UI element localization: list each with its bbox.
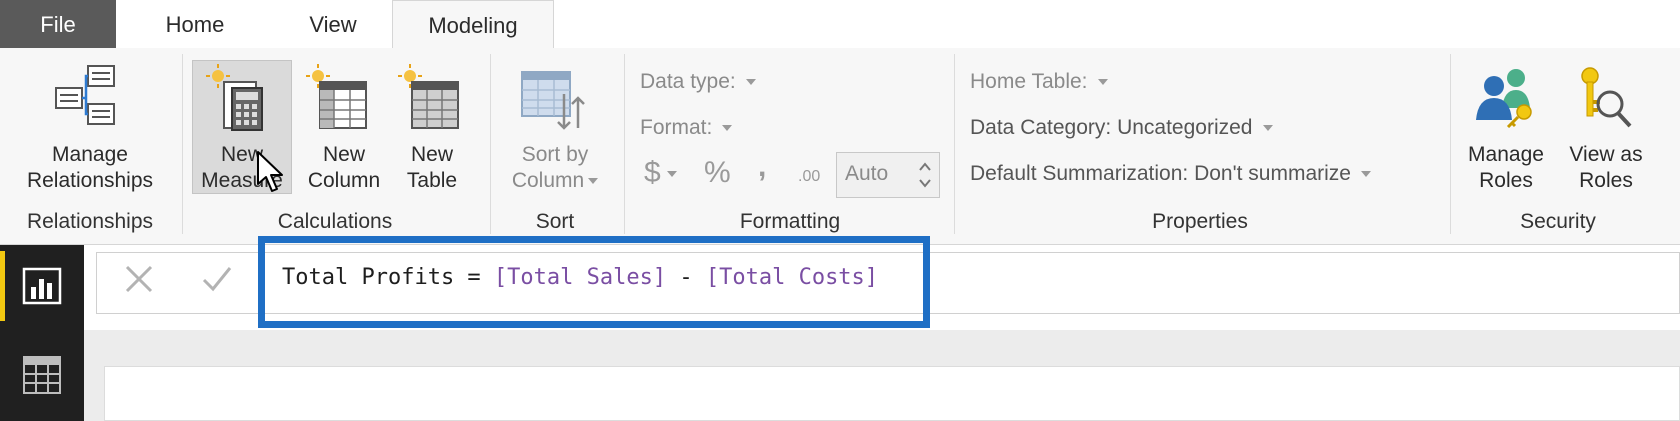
decimal-places-stepper[interactable]: Auto (836, 152, 940, 198)
data-category-label: Data Category: Uncategorized (970, 116, 1253, 139)
group-divider (624, 54, 625, 234)
manage-roles-label-2: Roles (1479, 169, 1533, 192)
tab-view[interactable]: View (288, 0, 378, 48)
table-grid-icon[interactable] (22, 355, 62, 395)
manage-relationships-icon (55, 65, 115, 125)
group-label-formatting: Formatting (739, 210, 841, 233)
manage-relationships-label-2: Relationships (26, 169, 154, 192)
chevron-down-icon (588, 178, 599, 185)
manage-roles-label-1: Manage (1468, 143, 1544, 166)
new-table-icon (398, 64, 459, 129)
x-icon[interactable] (122, 262, 156, 305)
active-view-indicator (0, 251, 5, 321)
data-type-dropdown[interactable]: Data type: (640, 70, 756, 94)
home-table-label: Home Table: (970, 70, 1088, 93)
sort-by-column-icon (521, 71, 585, 130)
group-divider (954, 54, 955, 234)
format-dropdown[interactable]: Format: (640, 116, 733, 140)
view-as-roles-icon (1581, 67, 1632, 128)
comma-style-button[interactable]: , (758, 150, 766, 184)
sort-by-column-label-2-wrap: Column (498, 168, 612, 194)
decimal-places-value: Auto (845, 162, 889, 185)
new-column-button[interactable]: New Column (296, 142, 392, 194)
highlight-box (258, 236, 930, 328)
bar-chart-icon[interactable] (22, 267, 62, 305)
data-type-label: Data type: (640, 70, 736, 93)
chevron-down-icon (666, 171, 677, 178)
manage-relationships-label-1: Manage (52, 143, 128, 166)
chevron-down-icon (722, 125, 733, 132)
new-table-button[interactable]: New Table (392, 142, 472, 194)
group-label-properties: Properties (1152, 210, 1248, 233)
group-divider (182, 54, 183, 234)
report-canvas[interactable] (104, 366, 1680, 421)
default-summarization-label: Default Summarization: Don't summarize (970, 162, 1351, 185)
mouse-cursor-icon (257, 151, 283, 192)
home-table-dropdown[interactable]: Home Table: (970, 70, 1108, 94)
tab-modeling[interactable]: Modeling (392, 0, 554, 49)
chevron-down-icon (1097, 79, 1108, 86)
percent-button[interactable]: % (704, 156, 731, 190)
default-summarization-dropdown[interactable]: Default Summarization: Don't summarize (970, 162, 1371, 186)
data-category-dropdown[interactable]: Data Category: Uncategorized (970, 116, 1273, 140)
left-navigation (0, 245, 84, 421)
chevron-down-icon (1360, 171, 1371, 178)
manage-relationships-button[interactable]: Manage Relationships (10, 142, 170, 194)
new-column-icon (306, 64, 367, 129)
ribbon-tab-bar: File Home View Modeling (0, 0, 1680, 49)
view-as-roles-label-1: View as (1569, 143, 1643, 166)
group-label-security: Security (1520, 210, 1596, 233)
tab-file[interactable]: File (0, 0, 116, 48)
ribbon-modeling: Manage Relationships Relationships New M… (0, 48, 1680, 245)
new-table-label-1: New (410, 143, 453, 166)
chevron-down-icon (1262, 125, 1273, 132)
group-divider (1450, 54, 1451, 234)
new-measure-icon (206, 64, 263, 131)
new-column-label-1: New (322, 143, 365, 166)
chevron-down-icon (745, 79, 756, 86)
new-column-label-2: Column (307, 169, 381, 192)
currency-button[interactable]: $ (644, 156, 677, 190)
new-table-label-2: Table (406, 169, 458, 192)
view-as-roles-label-2: Roles (1579, 169, 1633, 192)
currency-symbol: $ (644, 156, 661, 189)
decimal-places-button[interactable]: .00 (798, 168, 820, 186)
sort-by-column-button[interactable]: Sort by Column (498, 142, 612, 194)
view-as-roles-button[interactable]: View as Roles (1556, 142, 1656, 194)
format-label: Format: (640, 116, 713, 139)
sort-by-column-label-2: Column (511, 169, 585, 192)
group-label-relationships: Relationships (26, 210, 154, 233)
group-label-calculations: Calculations (277, 210, 393, 233)
manage-roles-button[interactable]: Manage Roles (1458, 142, 1554, 194)
check-icon[interactable] (200, 262, 234, 305)
manage-roles-icon (1476, 69, 1532, 128)
sort-by-column-label-1: Sort by (521, 143, 589, 166)
tab-home[interactable]: Home (140, 0, 250, 48)
group-label-sort: Sort (535, 210, 575, 233)
group-divider (490, 54, 491, 234)
stepper-arrows-icon[interactable] (917, 159, 933, 191)
